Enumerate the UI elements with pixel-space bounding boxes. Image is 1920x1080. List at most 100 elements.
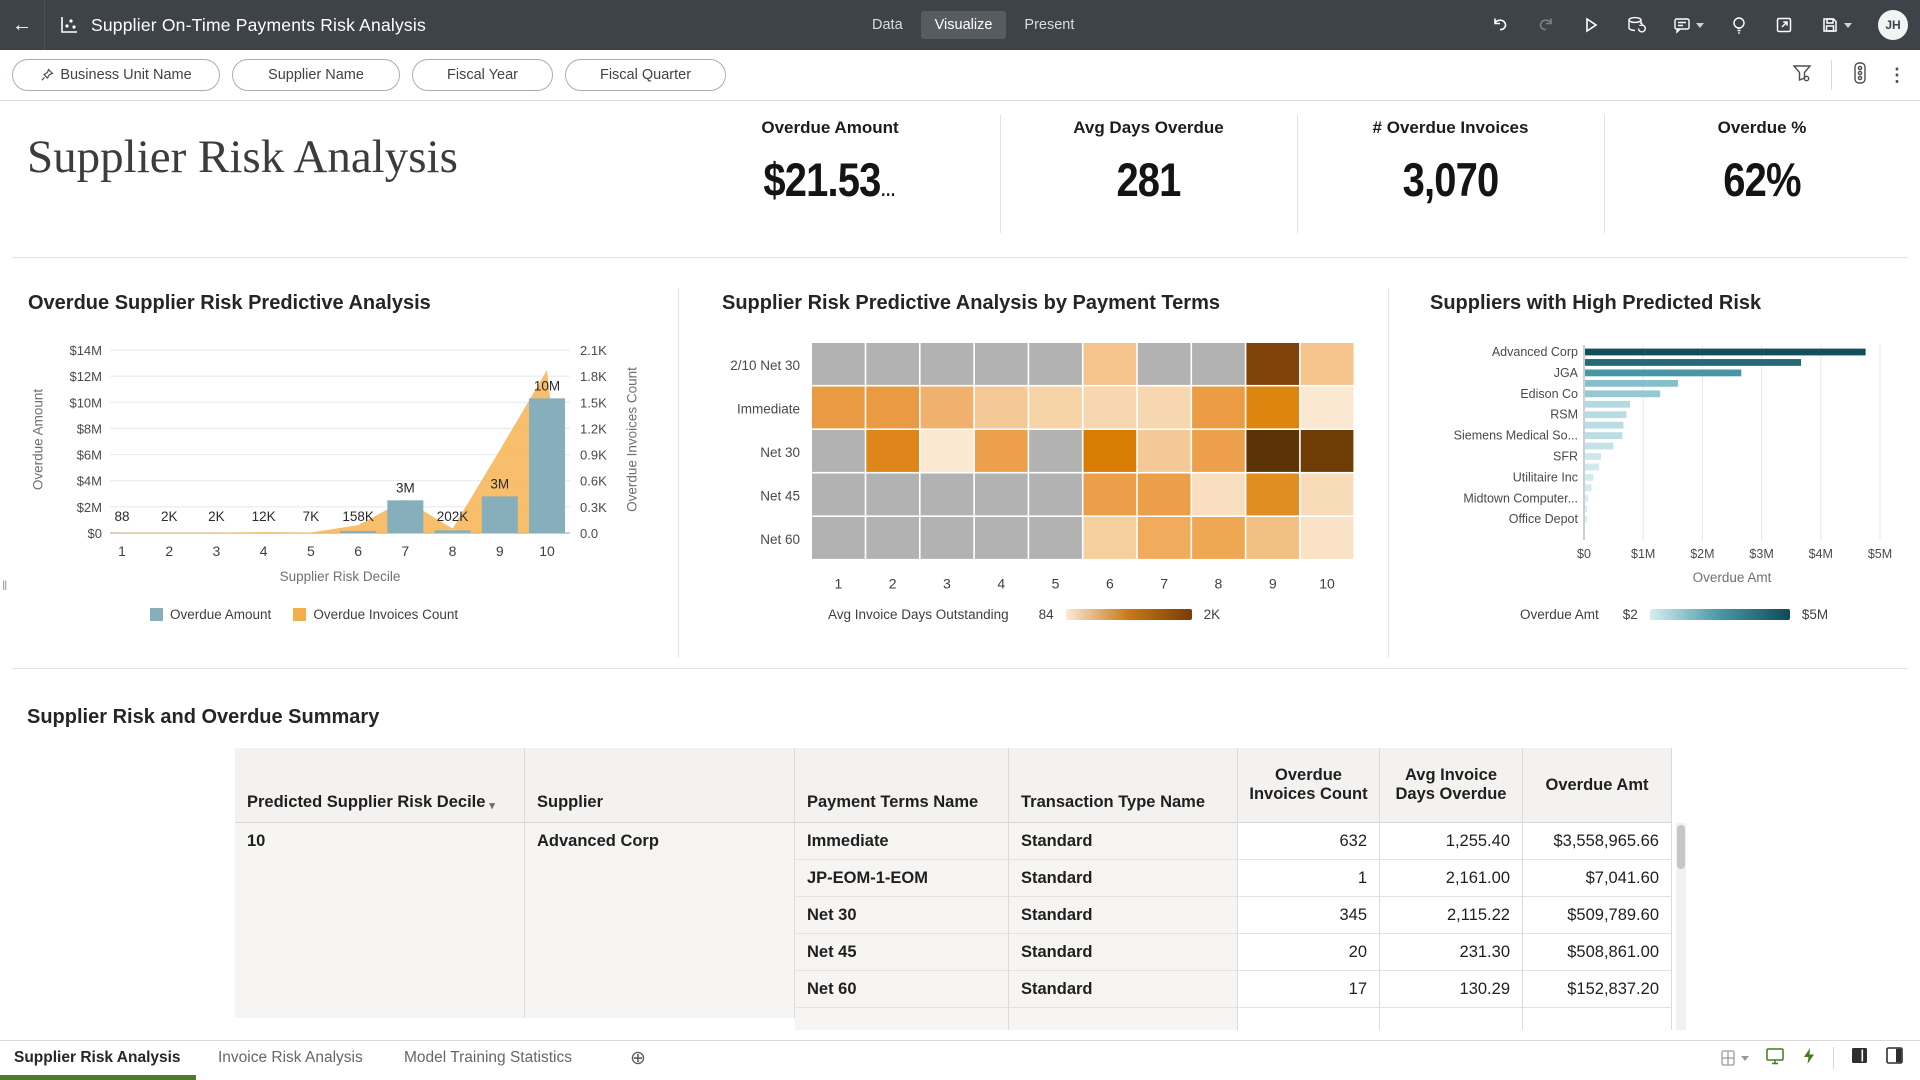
table-cell-r1-c7[interactable]: $3,558,965.66: [1523, 823, 1672, 860]
heatmap-cell-r1-c4[interactable]: [975, 343, 1028, 385]
risk-bar-9[interactable]: [1585, 432, 1622, 439]
table-header-6[interactable]: Avg Invoice Days Overdue: [1380, 748, 1523, 823]
heatmap-cell-r5-c8[interactable]: [1192, 517, 1245, 559]
table-cell-r1-c6[interactable]: 1,255.40: [1380, 823, 1523, 860]
table-header-4[interactable]: Transaction Type Name: [1009, 748, 1238, 823]
table-cell-r6-c3[interactable]: [795, 1008, 1009, 1030]
risk-bar-15[interactable]: [1585, 495, 1588, 502]
table-cell-r4-c5[interactable]: 20: [1238, 934, 1380, 971]
table-cell-r4-c3[interactable]: Net 45: [795, 934, 1009, 971]
table-header-1[interactable]: Predicted Supplier Risk Decile▾: [235, 748, 525, 823]
heatmap-cell-r2-c2[interactable]: [866, 387, 919, 429]
heatmap-cell-r2-c6[interactable]: [1084, 387, 1137, 429]
heatmap-cell-r4-c9[interactable]: [1246, 474, 1299, 516]
heatmap-cell-r2-c5[interactable]: [1029, 387, 1082, 429]
risk-bar-17[interactable]: [1585, 516, 1587, 523]
legend-item-overdue-invoices-count[interactable]: Overdue Invoices Count: [293, 607, 458, 622]
heatmap-cell-r4-c2[interactable]: [866, 474, 919, 516]
table-cell-r2-c6[interactable]: 2,161.00: [1380, 860, 1523, 897]
resize-handle[interactable]: ‖: [2, 578, 8, 593]
heatmap-cell-r1-c5[interactable]: [1029, 343, 1082, 385]
heatmap-cell-r3-c3[interactable]: [921, 430, 974, 472]
risk-bar-6[interactable]: [1585, 401, 1630, 408]
heatmap-cell-r3-c6[interactable]: [1084, 430, 1137, 472]
risk-bar-1[interactable]: [1585, 349, 1866, 356]
bar-decile-9[interactable]: [482, 496, 518, 533]
panel-toggle-right-icon[interactable]: [1885, 1046, 1904, 1070]
table-cell-r1-c4[interactable]: Standard: [1009, 823, 1238, 860]
risk-bar-11[interactable]: [1585, 453, 1601, 460]
table-cell-r2-c7[interactable]: $7,041.60: [1523, 860, 1672, 897]
heatmap-cell-r2-c8[interactable]: [1192, 387, 1245, 429]
bar-decile-6[interactable]: [340, 531, 376, 533]
heatmap-cell-r1-c9[interactable]: [1246, 343, 1299, 385]
heatmap-cell-r2-c9[interactable]: [1246, 387, 1299, 429]
heatmap-cell-r1-c8[interactable]: [1192, 343, 1245, 385]
heatmap-cell-r1-c10[interactable]: [1301, 343, 1354, 385]
table-cell-r2-c3[interactable]: JP-EOM-1-EOM: [795, 860, 1009, 897]
table-cell-r5-c5[interactable]: 17: [1238, 971, 1380, 1008]
table-cell-merged-2[interactable]: Advanced Corp: [525, 823, 795, 1018]
risk-bar-5[interactable]: [1585, 390, 1660, 397]
heatmap-cell-r3-c10[interactable]: [1301, 430, 1354, 472]
canvas-tab-invoice-risk[interactable]: Invoice Risk Analysis: [218, 1041, 363, 1075]
present-mode-icon[interactable]: [1765, 1047, 1785, 1070]
bar-decile-10[interactable]: [529, 398, 565, 533]
risk-bar-7[interactable]: [1585, 411, 1626, 418]
bar-decile-7[interactable]: [387, 500, 423, 533]
table-cell-r5-c3[interactable]: Net 60: [795, 971, 1009, 1008]
risk-bar-3[interactable]: [1585, 370, 1741, 377]
heatmap-cell-r3-c9[interactable]: [1246, 430, 1299, 472]
heatmap-cell-r5-c10[interactable]: [1301, 517, 1354, 559]
table-header-7[interactable]: Overdue Amt: [1523, 748, 1672, 823]
risk-bar-10[interactable]: [1585, 443, 1613, 450]
table-cell-r5-c7[interactable]: $152,837.20: [1523, 971, 1672, 1008]
heatmap-cell-r1-c1[interactable]: [812, 343, 865, 385]
heatmap-cell-r3-c7[interactable]: [1138, 430, 1191, 472]
table-cell-r4-c4[interactable]: Standard: [1009, 934, 1238, 971]
heatmap-cell-r5-c9[interactable]: [1246, 517, 1299, 559]
table-header-3[interactable]: Payment Terms Name: [795, 748, 1009, 823]
heatmap-cell-r4-c8[interactable]: [1192, 474, 1245, 516]
table-cell-r6-c6[interactable]: [1380, 1008, 1523, 1030]
table-cell-merged-1[interactable]: 10: [235, 823, 525, 1018]
table-header-2[interactable]: Supplier: [525, 748, 795, 823]
table-scrollbar-thumb[interactable]: [1677, 825, 1685, 869]
table-cell-r3-c3[interactable]: Net 30: [795, 897, 1009, 934]
table-header-5[interactable]: Overdue Invoices Count: [1238, 748, 1380, 823]
risk-bar-14[interactable]: [1585, 484, 1592, 491]
risk-bar-8[interactable]: [1585, 422, 1623, 429]
heatmap-cell-r1-c7[interactable]: [1138, 343, 1191, 385]
heatmap-cell-r5-c6[interactable]: [1084, 517, 1137, 559]
table-cell-r2-c5[interactable]: 1: [1238, 860, 1380, 897]
heatmap-cell-r1-c3[interactable]: [921, 343, 974, 385]
table-cell-r1-c5[interactable]: 632: [1238, 823, 1380, 860]
risk-bar-12[interactable]: [1585, 464, 1599, 471]
canvas-layout-icon[interactable]: [1719, 1049, 1749, 1067]
heatmap-cell-r1-c6[interactable]: [1084, 343, 1137, 385]
heatmap-cell-r1-c2[interactable]: [866, 343, 919, 385]
heatmap-cell-r2-c7[interactable]: [1138, 387, 1191, 429]
heatmap-cell-r4-c1[interactable]: [812, 474, 865, 516]
heatmap-cell-r3-c2[interactable]: [866, 430, 919, 472]
risk-bar-4[interactable]: [1585, 380, 1678, 387]
heatmap-cell-r4-c5[interactable]: [1029, 474, 1082, 516]
table-cell-r6-c7[interactable]: [1523, 1008, 1672, 1030]
risk-bar-2[interactable]: [1585, 359, 1801, 366]
heatmap-cell-r5-c2[interactable]: [866, 517, 919, 559]
heatmap-cell-r3-c1[interactable]: [812, 430, 865, 472]
heatmap-cell-r2-c10[interactable]: [1301, 387, 1354, 429]
heatmap-cell-r5-c4[interactable]: [975, 517, 1028, 559]
table-cell-r1-c3[interactable]: Immediate: [795, 823, 1009, 860]
heatmap-cell-r3-c8[interactable]: [1192, 430, 1245, 472]
heatmap-cell-r4-c3[interactable]: [921, 474, 974, 516]
sort-caret[interactable]: ▾: [489, 799, 495, 812]
panel-toggle-left-icon[interactable]: [1850, 1046, 1869, 1070]
heatmap-cell-r5-c5[interactable]: [1029, 517, 1082, 559]
table-cell-r2-c4[interactable]: Standard: [1009, 860, 1238, 897]
risk-legend-gradient[interactable]: [1650, 609, 1790, 620]
add-canvas-button[interactable]: ⊕: [630, 1041, 646, 1075]
heatmap-cell-r5-c1[interactable]: [812, 517, 865, 559]
table-cell-r5-c4[interactable]: Standard: [1009, 971, 1238, 1008]
risk-bar-13[interactable]: [1585, 474, 1593, 481]
